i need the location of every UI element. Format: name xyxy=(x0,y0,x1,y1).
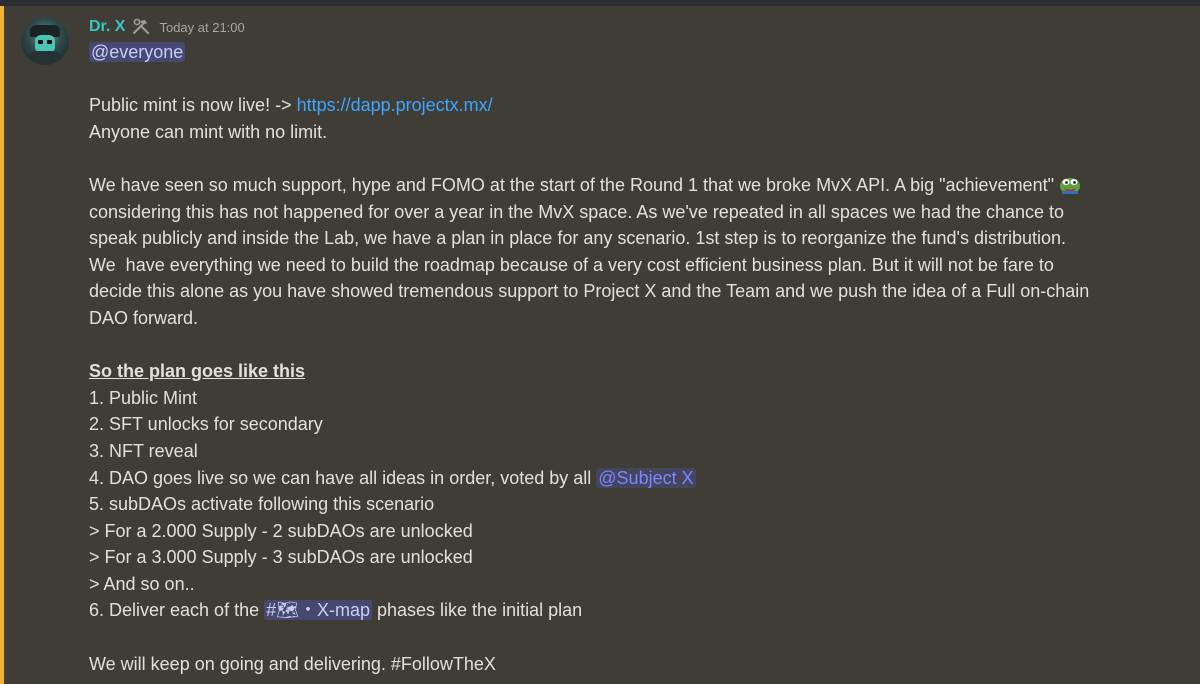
everyone-mention[interactable]: @everyone xyxy=(89,42,186,62)
paragraph-line-2: considering this has not happened for ov… xyxy=(89,201,1065,222)
chat-message: Dr. X Today at 21:00 @everyone Public mi… xyxy=(0,6,1200,684)
closing-text: We will keep on going and delivering. #F… xyxy=(89,653,496,674)
pepe-emoji-icon xyxy=(1059,177,1080,194)
plan-item-6-text: 6. Deliver each of the xyxy=(89,600,265,621)
paragraph-line-5: decide this alone as you have showed tre… xyxy=(89,281,1090,302)
paragraph-line-3: speak publicly and inside the Lab, we ha… xyxy=(89,228,1067,249)
plan-item-5: 5. subDAOs activate following this scena… xyxy=(89,494,435,515)
hammer-wrench-icon[interactable] xyxy=(131,17,151,37)
plan-sub-1: > For a 2.000 Supply - 2 subDAOs are unl… xyxy=(89,520,473,541)
no-limit-text: Anyone can mint with no limit. xyxy=(89,121,328,142)
avatar-coat xyxy=(27,51,63,65)
message-content: @everyone Public mint is now live! -> ht… xyxy=(89,39,1169,677)
x-map-channel-mention[interactable]: #🗺・X-map xyxy=(264,600,372,621)
plan-sub-3: > And so on.. xyxy=(89,573,195,594)
plan-item-2: 2. SFT unlocks for secondary xyxy=(89,414,323,435)
plan-item-3: 3. NFT reveal xyxy=(89,440,198,461)
plan-item-4-text: 4. DAO goes live so we can have all idea… xyxy=(89,467,597,488)
paragraph-line-1: We have seen so much support, hype and F… xyxy=(89,174,1054,195)
dapp-link[interactable]: https://dapp.projectx.mx/ xyxy=(297,95,493,115)
plan-item-6-suffix: phases like the initial plan xyxy=(372,600,583,621)
message-timestamp[interactable]: Today at 21:00 xyxy=(159,20,244,35)
author-name[interactable]: Dr. X xyxy=(89,18,125,36)
avatar-eye-right xyxy=(47,40,52,44)
avatar[interactable] xyxy=(21,17,69,65)
plan-sub-2: > For a 3.000 Supply - 3 subDAOs are unl… xyxy=(89,547,473,568)
avatar-eye-left xyxy=(38,40,43,44)
plan-item-1: 1. Public Mint xyxy=(89,387,198,408)
message-header: Dr. X Today at 21:00 xyxy=(89,16,245,38)
paragraph-line-4: We have everything we need to build the … xyxy=(89,254,1054,275)
paragraph-line-6: DAO forward. xyxy=(89,307,199,328)
plan-heading: So the plan goes like this xyxy=(89,361,306,382)
mint-announcement-text: Public mint is now live! -> xyxy=(89,95,297,116)
subject-x-role-mention[interactable]: @Subject X xyxy=(596,467,696,488)
